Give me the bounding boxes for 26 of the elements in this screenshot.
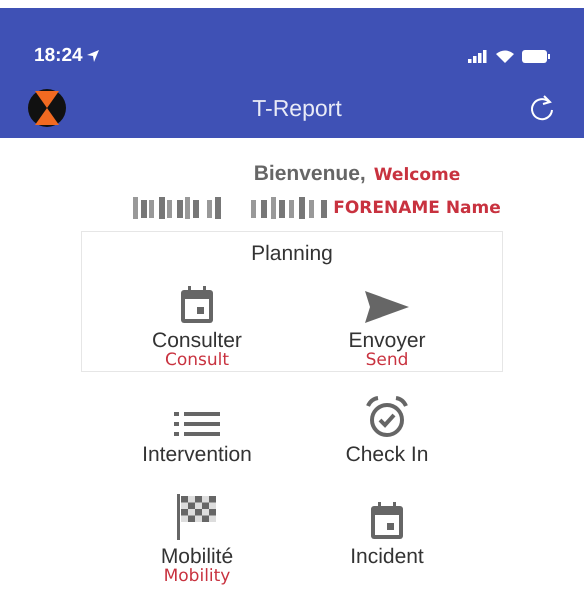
app-title: T-Report xyxy=(252,94,342,123)
translation-annotation: Consult xyxy=(164,352,230,369)
menu-tile[interactable]: Check In xyxy=(302,390,472,468)
alarm-clock-icon xyxy=(365,396,409,438)
wifi-icon xyxy=(496,50,514,62)
signal-icon xyxy=(468,50,488,62)
welcome-text: Bienvenue, xyxy=(254,161,366,187)
planning-title: Planning xyxy=(251,241,333,267)
calendar-icon xyxy=(370,502,404,540)
translation-annotation: Send xyxy=(366,352,408,369)
menu-tile[interactable]: Incident xyxy=(302,492,472,586)
send-icon xyxy=(364,290,410,324)
status-time: 18:24 xyxy=(34,42,99,70)
menu-tile[interactable]: Intervention xyxy=(112,390,282,468)
translation-annotation: FORENAME Name xyxy=(333,196,501,220)
list-icon xyxy=(174,410,220,438)
menu-tile[interactable]: Envoyer Send xyxy=(302,276,472,369)
menu-tile[interactable]: Consulter Consult xyxy=(112,276,282,369)
translation-annotation: Mobility xyxy=(164,568,230,586)
location-arrow-icon xyxy=(86,50,99,62)
calendar-icon xyxy=(180,286,214,324)
battery-icon xyxy=(522,50,550,62)
menu-tile[interactable]: Mobilité Mobility xyxy=(112,492,282,586)
app-logo-icon xyxy=(27,87,67,129)
checkered-flag-icon xyxy=(177,494,217,540)
translation-annotation: Welcome xyxy=(374,164,460,187)
